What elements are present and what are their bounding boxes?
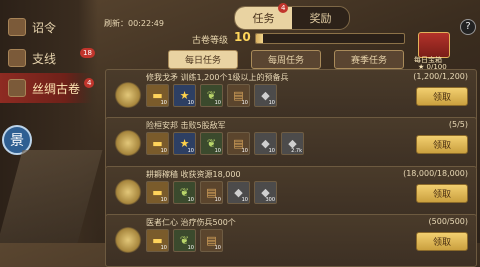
task-progress: (18,000/18,000) (403, 169, 468, 178)
gold-ingot-icon[interactable]: ▬ 10 (146, 181, 169, 204)
task-card: 险桓安邦 击败5股敌军 (5/5) ▬ 10 ★ 10 ❦ 10 ▤ 10 ◆ 10 ◆ 2.7k 领取 (105, 117, 477, 170)
task-card: 医者仁心 治疗伤兵500个 (500/500) ▬ 10 ❦ 10 ▤ 10 领取 (105, 214, 477, 267)
notification-badge: 4 (84, 78, 95, 88)
tab-rewards[interactable]: 奖励 (292, 7, 349, 29)
subtab-daily[interactable]: 每日任务 (168, 50, 238, 69)
task-progress: (500/500) (428, 217, 468, 226)
task-emblem-icon (114, 130, 142, 156)
level-value: 10 (234, 30, 251, 44)
reward-count: 10 (241, 100, 248, 106)
task-title: 修我戈矛 训练1,200个1级以上的预备兵 (146, 73, 289, 82)
reward-count: 10 (160, 100, 167, 106)
reward-count: 10 (160, 197, 167, 203)
wood-icon[interactable]: ▤ 10 (200, 229, 223, 252)
sidebar-item-branch[interactable]: 支线 18 (0, 43, 95, 73)
reward-count: 10 (214, 197, 221, 203)
reward-count: 10 (160, 148, 167, 154)
decorative-scroll (0, 150, 103, 243)
task-title: 险桓安邦 击败5股敌军 (146, 121, 226, 130)
task-emblem-icon (114, 179, 142, 205)
reward-count: 10 (241, 197, 248, 203)
reward-count: 10 (214, 245, 221, 251)
wood-icon[interactable]: ▤ 10 (200, 181, 223, 204)
reward-count: 10 (241, 148, 248, 154)
task-title: 医者仁心 治疗伤兵500个 (146, 218, 236, 227)
wheat-icon[interactable]: ❦ 10 (173, 229, 196, 252)
star-icon[interactable]: ★ 10 (173, 132, 196, 155)
book-icon (8, 49, 26, 67)
star-icon[interactable]: ★ 10 (173, 84, 196, 107)
refresh-timer: 刷新：00:22:49 (104, 19, 164, 28)
gold-ingot-icon[interactable]: ▬ 10 (146, 229, 169, 252)
sidebar-item-label: 支线 (32, 51, 57, 66)
iron-icon[interactable]: ◆ 10 (227, 181, 250, 204)
reward-count: 10 (214, 148, 221, 154)
task-rewards: ▬ 10 ★ 10 ❦ 10 ▤ 10 ◆ 10 ◆ 2.7k (146, 132, 304, 155)
scroll-icon (8, 18, 26, 36)
reward-count: 10 (187, 100, 194, 106)
subtab-season[interactable]: 赛季任务 (334, 50, 404, 69)
reward-count: 10 (214, 100, 221, 106)
level-progress-fill (256, 34, 264, 43)
wood-icon[interactable]: ▤ 10 (227, 84, 250, 107)
level-progress-bar (255, 33, 405, 44)
task-rewards: ▬ 10 ★ 10 ❦ 10 ▤ 10 ◆ 10 (146, 84, 277, 107)
reward-count: 10 (160, 245, 167, 251)
task-card: 耕耨稼穑 收获资源18,000 (18,000/18,000) ▬ 10 ❦ 10 ▤ 10 ◆… (105, 166, 477, 219)
iron-icon[interactable]: ◆ 2.7k (281, 132, 304, 155)
level-label: 古卷等级 (192, 36, 229, 46)
wheat-icon[interactable]: ❦ 10 (200, 132, 223, 155)
notification-badge: 18 (80, 48, 95, 58)
wheat-icon[interactable]: ❦ 10 (173, 181, 196, 204)
reward-count: 10 (187, 148, 194, 154)
sidebar-item-label: 诏令 (32, 20, 57, 35)
sidebar-item-label: 丝绸古卷 (32, 81, 81, 96)
sidebar-item-decree[interactable]: 诏令 (0, 12, 92, 42)
claim-button[interactable]: 领取 (416, 184, 468, 203)
reward-count: 2.7k (291, 148, 302, 154)
task-card: 修我戈矛 训练1,200个1级以上的预备兵 (1,200/1,200) ▬ 10 ★ 10… (105, 69, 477, 122)
task-progress: (1,200/1,200) (413, 72, 468, 81)
reward-count: 10 (187, 197, 194, 203)
task-emblem-icon (114, 82, 142, 108)
task-progress: (5/5) (448, 120, 468, 129)
gold-ingot-icon[interactable]: ▬ 10 (146, 132, 169, 155)
help-icon[interactable]: ? (460, 19, 476, 35)
wood-icon[interactable]: ▤ 10 (227, 132, 250, 155)
iron-icon[interactable]: ◆ 10 (254, 84, 277, 107)
iron-icon[interactable]: ◆ 10 (254, 132, 277, 155)
claim-button[interactable]: 领取 (416, 87, 468, 106)
task-title: 耕耨稼穑 收获资源18,000 (146, 170, 241, 179)
subtab-weekly[interactable]: 每周任务 (251, 50, 321, 69)
task-rewards: ▬ 10 ❦ 10 ▤ 10 (146, 229, 223, 252)
sidebar-item-silk-scroll[interactable]: 丝绸古卷 4 (0, 73, 95, 103)
silk-scroll-icon (8, 79, 26, 97)
claim-button[interactable]: 领取 (416, 232, 468, 251)
task-rewards: ▬ 10 ❦ 10 ▤ 10 ◆ 10 ◆ 300 (146, 181, 277, 204)
claim-button[interactable]: 领取 (416, 135, 468, 154)
gold-ingot-icon[interactable]: ▬ 10 (146, 84, 169, 107)
reward-count: 10 (268, 148, 275, 154)
sidebar: 诏令 支线 18 丝绸古卷 4 景 (0, 0, 103, 243)
reward-count: 10 (268, 100, 275, 106)
main-tabs: 任务 奖励 (234, 6, 350, 30)
reward-count: 300 (265, 197, 275, 203)
wheat-icon[interactable]: ❦ 10 (200, 84, 223, 107)
task-emblem-icon (114, 227, 142, 253)
iron-icon[interactable]: ◆ 300 (254, 181, 277, 204)
reward-count: 10 (187, 245, 194, 251)
